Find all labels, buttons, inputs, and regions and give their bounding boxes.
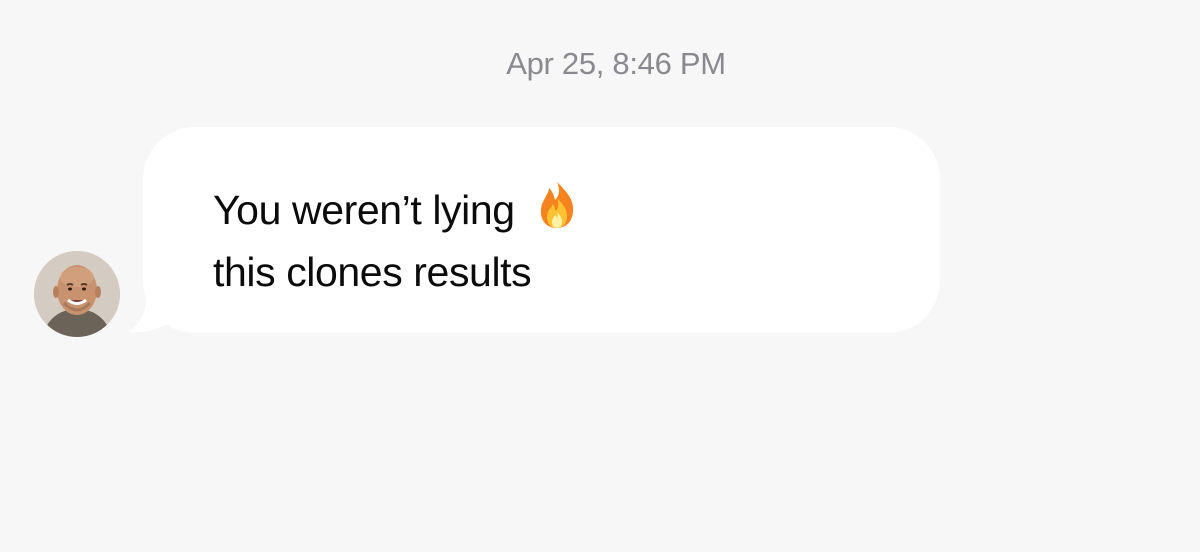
message-thread: Apr 25, 8:46 PM You weren’t lying this c…	[0, 0, 1200, 552]
message-line-text: You weren’t lying	[213, 187, 515, 233]
message-text: You weren’t lying this clones results	[213, 180, 578, 300]
avatar[interactable]	[34, 251, 120, 337]
message-line: You weren’t lying	[213, 180, 578, 244]
message-timestamp: Apr 25, 8:46 PM	[506, 46, 726, 81]
profile-photo	[34, 251, 120, 337]
message-line: this clones results	[213, 249, 532, 295]
fire-icon	[536, 180, 578, 244]
